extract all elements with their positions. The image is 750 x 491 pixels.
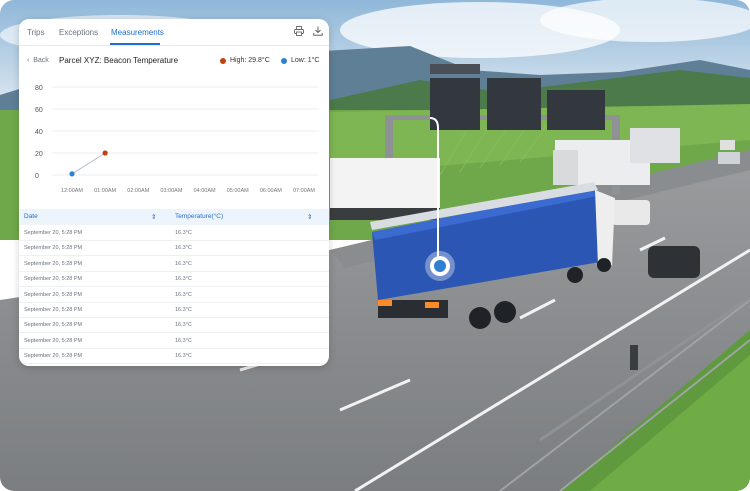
high-dot-icon [220,57,226,64]
cell-date: September 20, 5:28 PM [24,307,83,313]
low-label: Low: 1°C [291,57,320,64]
y-tick-label: 40 [35,129,43,136]
y-tick-label: 60 [35,107,43,114]
tab-exceptions[interactable]: Exceptions [59,28,98,37]
table-row[interactable]: September 20, 5:28 PM 16.3°C [19,240,329,257]
column-header-date[interactable]: Date [24,213,38,220]
table-row[interactable]: September 20, 5:28 PM 16.3°C [19,302,329,318]
table-row[interactable]: September 20, 5:28 PM16.3°C [19,364,329,366]
table-row[interactable]: September 20, 5:28 PM 16.3°C [19,225,329,241]
cell-temperature: 16.3°C [175,353,192,360]
cell-date: September 20, 5:28 PM [24,260,83,267]
cell-temperature: 16.3°C [175,337,192,344]
cell-date: September 20, 5:28 PM [24,353,83,360]
cell-temperature: 16.3°C [175,291,192,298]
table-row[interactable]: September 20, 5:28 PM 16.3°C [19,271,329,288]
cell-temperature: 16.3°C [175,322,192,329]
table-row[interactable]: September 20, 5:28 PM 16.3°C [19,256,329,272]
data-point-low [69,171,75,177]
series-line [71,152,106,175]
legend-low: Low: 1°C [281,57,319,64]
x-tick-label: 04:00AM [194,188,216,194]
cell-temperature: 16.3°C [175,276,192,283]
back-button[interactable]: ‹ Back [27,57,49,64]
cell-date: September 20, 5:28 PM [24,322,83,329]
high-label: High: 29.8°C [230,57,270,64]
table-row[interactable]: September 20, 5:28 PM 16.3°C [19,333,329,349]
x-tick-label: 12:00AM [61,188,83,194]
panel-header: ‹ Back Parcel XYZ: Beacon Temperature Hi… [19,53,329,69]
temperature-line-chart: 0 20 40 60 80 12:00AM 01:00AM 02:00AM 03:00AM 04:… [35,85,319,194]
active-tab-indicator [110,43,160,45]
column-header-temperature[interactable]: Temperature(°C) [175,213,223,220]
cell-temperature: 16.3°C [175,230,192,236]
tab-bar: Trips Exceptions Measurements [19,19,329,46]
x-tick-label: 06:00AM [260,188,282,194]
download-icon[interactable] [313,26,323,36]
table-row[interactable]: September 20, 5:28 PM 16.3°C [19,287,329,303]
measurements-panel: Trips Exceptions Measurements ‹ Back Par… [19,19,329,366]
cell-date: September 20, 5:28 PM [24,230,83,236]
chevron-left-icon: ‹ [27,57,30,64]
cell-date: September 20, 5:28 PM [24,276,83,283]
x-tick-label: 02:00AM [127,188,149,194]
legend-high: High: 29.8°C [220,57,270,64]
y-tick-label: 80 [35,85,43,92]
printer-icon[interactable] [294,26,304,36]
sort-icon[interactable]: ⇕ [307,213,312,221]
table-header: Date ⇕ Temperature(°C) ⇕ [19,209,329,225]
panel-title: Parcel XYZ: Beacon Temperature [59,56,179,65]
cell-date: September 20, 5:28 PM [24,291,83,298]
cell-temperature: 16.3°C [175,307,192,313]
tab-trips[interactable]: Trips [27,28,44,37]
x-tick-label: 05:00AM [227,188,249,194]
cell-temperature: 16.3°C [175,245,192,252]
table-row[interactable]: September 20, 5:28 PM 16.3°C [19,317,329,334]
data-point-high [102,150,108,156]
x-tick-label: 01:00AM [94,188,116,194]
cell-temperature: 16.3°C [175,260,192,267]
cell-date: September 20, 5:28 PM [24,337,83,344]
tab-measurements[interactable]: Measurements [111,28,164,37]
back-label: Back [33,57,49,64]
y-tick-label: 0 [35,173,39,180]
low-dot-icon [281,57,287,64]
y-tick-label: 20 [35,151,43,158]
x-tick-label: 07:00AM [293,188,315,194]
cell-date: September 20, 5:28 PM [24,245,83,252]
x-tick-label: 03:00AM [160,188,182,194]
sort-icon[interactable]: ⇕ [151,213,156,221]
table-row[interactable]: September 20, 5:28 PM 16.3°C [19,348,329,365]
tracking-beacon-dot [434,260,446,272]
